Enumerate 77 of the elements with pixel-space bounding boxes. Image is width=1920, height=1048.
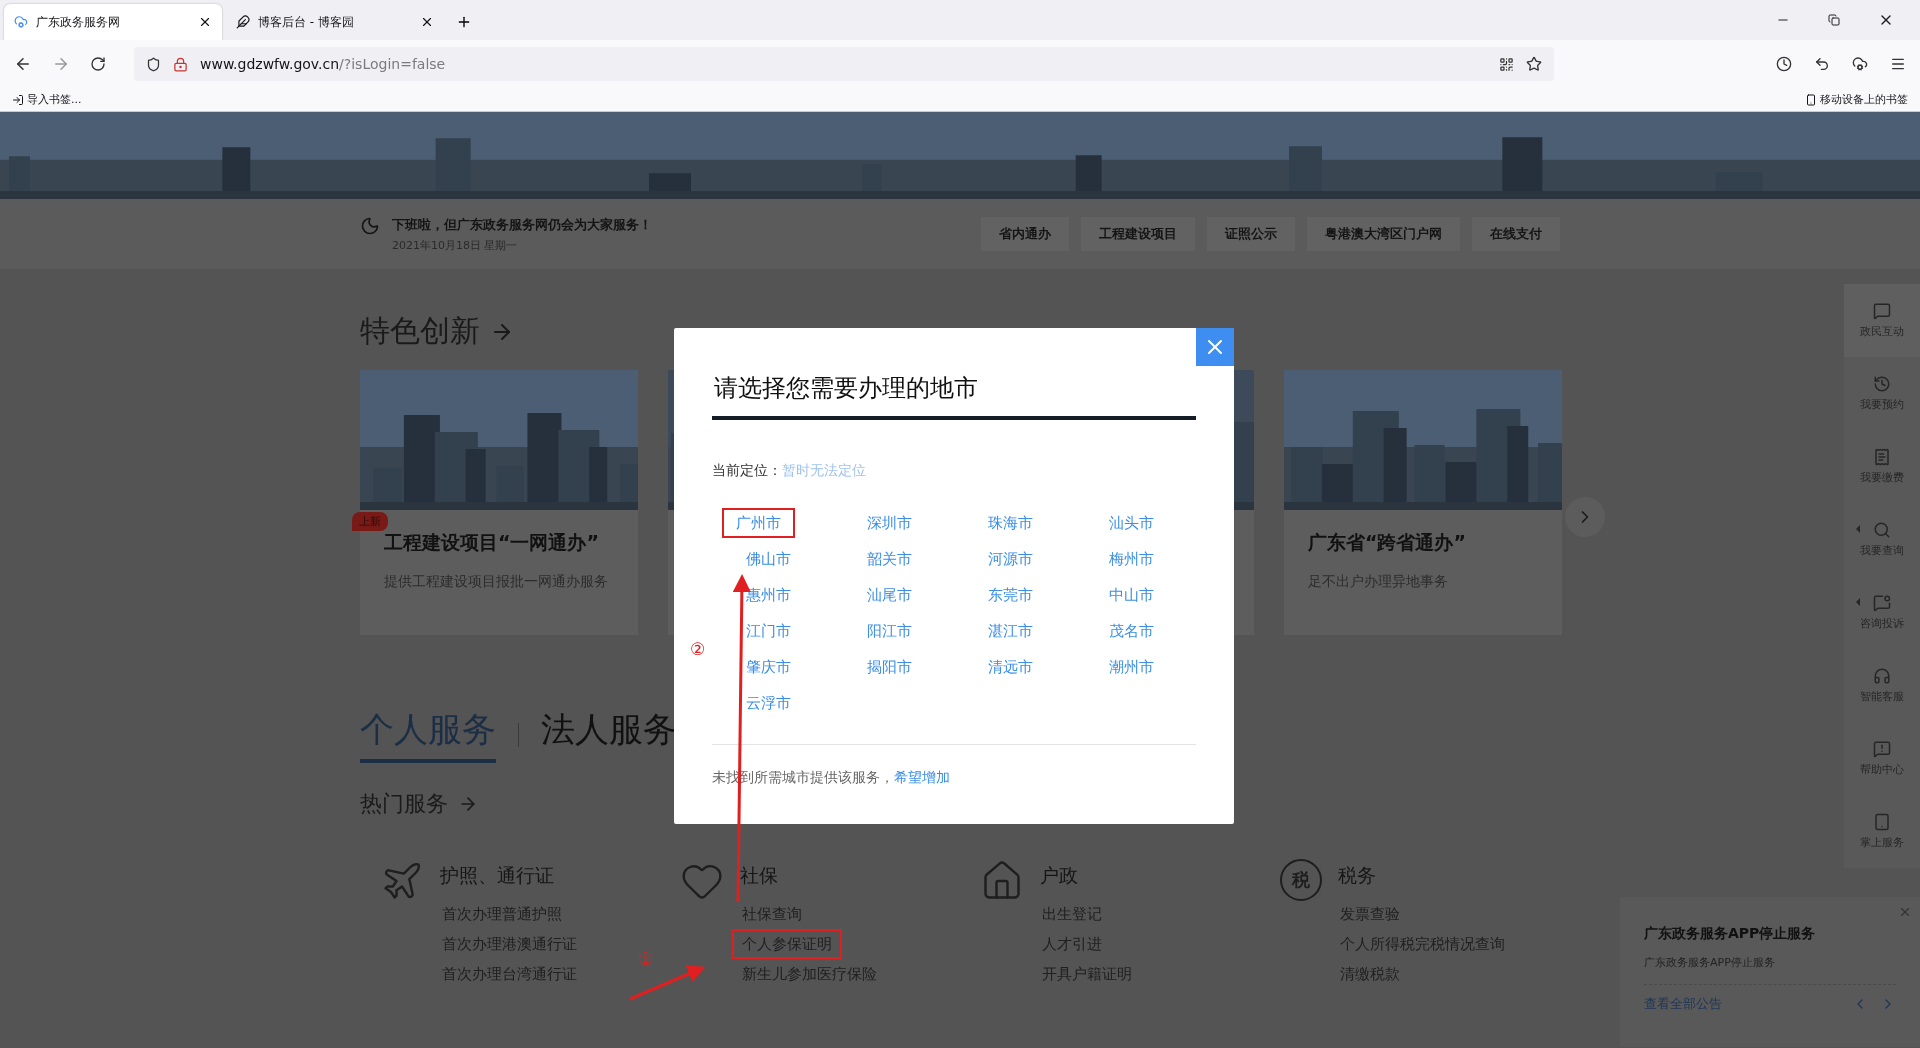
step-number: ① [638, 949, 654, 969]
search-icon [1873, 521, 1891, 539]
city-link[interactable]: 汕头市 [1095, 508, 1168, 538]
clock-icon[interactable] [1776, 56, 1792, 72]
phone-icon [1805, 93, 1817, 106]
city-link[interactable]: 梅州市 [1095, 544, 1168, 574]
service-tab[interactable]: 个人服务 [360, 707, 496, 763]
undo-icon[interactable] [1814, 56, 1830, 72]
import-icon [12, 93, 24, 106]
star-icon[interactable] [1526, 56, 1542, 72]
qr-code-icon[interactable] [1499, 56, 1514, 72]
nav-link[interactable]: 工程建设项目 [1081, 217, 1195, 251]
city-link[interactable]: 深圳市 [853, 508, 926, 538]
step-number: ② [690, 639, 706, 659]
browser-tab[interactable]: 博客后台 - 博客园 [226, 4, 444, 40]
greeting-text: 下班啦，但广东政务服务网仍会为大家服务！ [392, 215, 652, 234]
city-link[interactable]: 河源市 [974, 544, 1047, 574]
receipt-icon [1873, 448, 1891, 466]
nav-link[interactable]: 粤港澳大湾区门户网 [1307, 217, 1460, 251]
city-link[interactable]: 珠海市 [974, 508, 1047, 538]
city-link[interactable]: 汕尾市 [853, 580, 926, 610]
category-title: 社保 [740, 863, 779, 888]
help-icon [1873, 740, 1891, 758]
bookmark-link[interactable]: 移动设备上的书签 [1820, 92, 1908, 107]
city-link[interactable]: 揭阳市 [853, 652, 926, 682]
city-link[interactable]: 广州市 [722, 508, 795, 538]
category-title: 护照、通行证 [440, 863, 555, 888]
close-icon[interactable] [198, 15, 212, 29]
city-link[interactable]: 佛山市 [732, 544, 805, 574]
category-title: 税务 [1338, 863, 1377, 888]
nav-link[interactable]: 证照公示 [1207, 217, 1295, 251]
city-link[interactable]: 江门市 [732, 616, 805, 646]
service-tab[interactable]: 法人服务 [541, 707, 677, 763]
dialog-title: 请选择您需要办理的地市 [712, 328, 1196, 420]
city-link[interactable]: 阳江市 [853, 616, 926, 646]
message-icon [1873, 594, 1891, 612]
city-link[interactable]: 肇庆市 [732, 652, 805, 682]
shield-icon [146, 56, 161, 72]
city-link[interactable]: 湛江市 [974, 616, 1047, 646]
card-title: 工程建设项目“一网通办” [384, 530, 600, 555]
section-title: 特色创新 [360, 312, 480, 350]
restore-icon[interactable] [1828, 14, 1840, 26]
city-link[interactable]: 茂名市 [1095, 616, 1168, 646]
browser-tab[interactable]: 广东政务服务网 [4, 4, 222, 40]
clock-icon [1873, 375, 1891, 393]
new-badge: 上新 [352, 512, 388, 531]
new-tab-icon[interactable] [456, 14, 472, 30]
city-link[interactable]: 东莞市 [974, 580, 1047, 610]
cloud-icon[interactable] [1852, 56, 1868, 72]
nav-link[interactable]: 省内通办 [981, 217, 1069, 251]
feather-icon [236, 15, 250, 29]
city-link[interactable]: 云浮市 [732, 688, 805, 718]
category-title: 户政 [1040, 863, 1079, 888]
city-link[interactable]: 潮州市 [1095, 652, 1168, 682]
forward-icon[interactable] [52, 55, 70, 73]
notice-title: 广东政务服务APP停止服务 [1644, 925, 1817, 943]
close-icon[interactable] [420, 15, 434, 29]
location-value: 暂时无法定位 [782, 462, 866, 480]
location-label: 当前定位： [712, 462, 782, 480]
section-title: 热门服务 [360, 790, 448, 818]
close-button[interactable] [1196, 328, 1234, 366]
menu-icon[interactable] [1890, 56, 1906, 72]
headset-icon [1873, 667, 1891, 685]
lock-icon [173, 56, 188, 72]
reload-icon[interactable] [90, 56, 106, 72]
bookmark-link[interactable]: 导入书签... [27, 92, 82, 107]
city-link[interactable]: 韶关市 [853, 544, 926, 574]
back-icon[interactable] [14, 55, 32, 73]
chat-icon [1873, 302, 1891, 320]
city-link[interactable]: 中山市 [1095, 580, 1168, 610]
tablet-icon [1873, 813, 1891, 831]
nav-link[interactable]: 在线支付 [1472, 217, 1560, 251]
moon-icon [360, 215, 380, 236]
city-link[interactable]: 清远市 [974, 652, 1047, 682]
address-bar[interactable]: www.gdzwfw.gov.cn/?isLogin=false [134, 47, 1554, 81]
request-link[interactable]: 希望增加 [894, 769, 950, 785]
card-title: 广东省“跨省通办” [1308, 530, 1467, 555]
